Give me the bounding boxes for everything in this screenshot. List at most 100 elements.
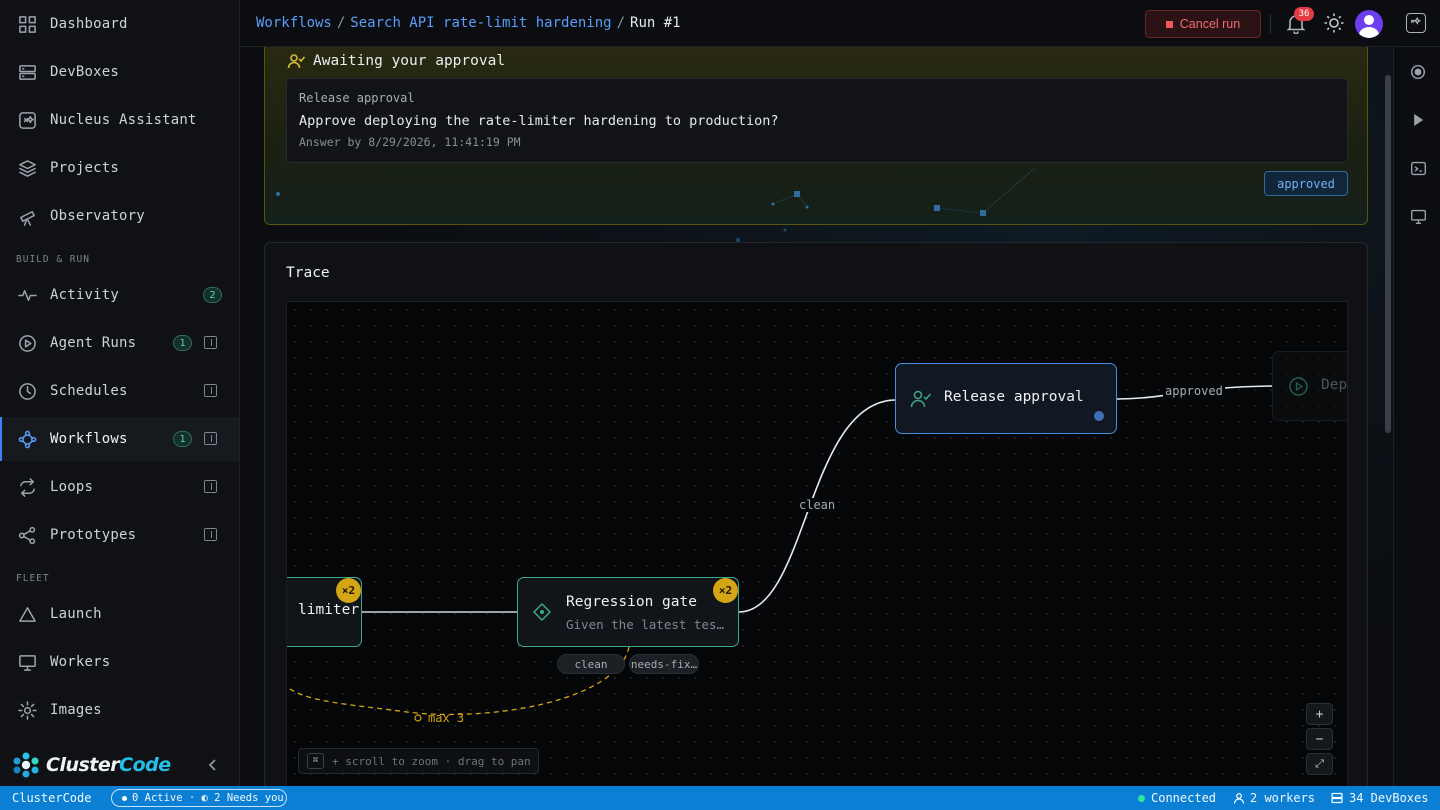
rail-record-button[interactable] [1408,62,1428,82]
cluster-logo-icon [13,752,39,778]
sidebar-item-images[interactable]: Images [0,688,239,732]
share-icon [17,525,37,545]
avatar[interactable] [1355,10,1383,38]
canvas-hint: ⌘ + scroll to zoom · drag to pan [298,748,539,774]
node-status-dot [1094,411,1104,421]
status-activity-pill[interactable]: 0 Active · ◐ 2 Needs you [111,789,287,807]
section-label-build-run: BUILD & RUN [16,254,90,265]
right-rail [1393,47,1440,786]
sidebar-item-nucleus-assistant[interactable]: Nucleus Assistant [0,98,239,142]
workflow-icon [17,429,37,449]
status-workers[interactable]: 2 workers [1233,791,1315,805]
breadcrumb-workflow-name[interactable]: Search API rate-limit hardening [350,15,611,31]
sidebar-item-label: Projects [50,160,120,176]
trace-title: Trace [286,265,330,281]
sidebar-item-loops[interactable]: Loops [0,465,239,509]
open-panel-icon[interactable] [204,336,217,349]
cog-icon [17,700,37,720]
sidebar-item-prototypes[interactable]: Prototypes [0,513,239,557]
node-deploy[interactable]: Dep [1272,351,1347,421]
sidebar-item-activity[interactable]: Activity 2 [0,273,239,317]
sidebar-item-label: Schedules [50,383,128,399]
sidebar-item-devboxes[interactable]: DevBoxes [0,50,239,94]
edge-label-approved: approved [1163,384,1225,398]
brand-name: ClusterCode [46,754,171,776]
count-badge: 1 [173,335,192,351]
layers-icon [17,158,37,178]
monitor-icon [1410,209,1426,224]
breadcrumb-workflows[interactable]: Workflows [256,15,332,31]
theme-toggle[interactable] [1323,12,1345,34]
play-circle-icon [17,333,37,353]
active-dot-icon [122,795,127,801]
open-panel-icon[interactable] [204,384,217,397]
pulse-icon [17,285,37,305]
rail-preview-button[interactable] [1408,206,1428,226]
zoom-in-button[interactable]: + [1306,703,1333,725]
main-content: Awaiting your approval Release approval … [241,47,1393,786]
brand-logo[interactable]: ClusterCode [12,752,171,778]
user-icon [1233,793,1245,804]
breadcrumb-separator: / [336,15,346,31]
sidebar-item-label: Prototypes [50,527,137,543]
terminal-icon [1410,161,1426,175]
assistant-panel-button[interactable] [1406,13,1426,33]
sidebar-item-launch[interactable]: Launch [0,592,239,636]
sidebar-item-workers[interactable]: Workers [0,640,239,684]
connected-dot-icon [1138,794,1145,802]
status-connection: Connected [1138,791,1216,805]
clock-icon [17,381,37,401]
sun-icon [1324,13,1344,33]
sidebar-item-dashboard[interactable]: Dashboard [0,2,239,46]
sidebar-item-projects[interactable]: Projects [0,146,239,190]
approval-card: Awaiting your approval Release approval … [264,47,1368,225]
status-app-name[interactable]: ClusterCode [12,791,91,805]
sidebar-item-schedules[interactable]: Schedules [0,369,239,413]
rail-terminal-button[interactable] [1408,158,1428,178]
rail-run-button[interactable] [1408,110,1428,130]
sidebar-item-label: Nucleus Assistant [50,112,197,128]
open-panel-icon[interactable] [204,480,217,493]
node-regression-gate[interactable]: Regression gate Given the latest tes… [517,577,739,647]
monitor-icon [17,652,37,672]
play-circle-icon [1289,377,1308,396]
main-scrollbar[interactable] [1385,75,1391,433]
sidebar-item-label: Activity [50,287,120,303]
sidebar-item-label: Images [50,702,102,718]
gate-icon [532,602,552,622]
status-devboxes[interactable]: 34 DevBoxes [1331,791,1428,805]
sidebar-item-label: Workflows [50,431,128,447]
triangle-icon [17,604,37,624]
fit-view-button[interactable]: ⤢ [1306,753,1333,775]
breadcrumb: Workflows / Search API rate-limit harden… [256,15,681,31]
assistant-icon [17,110,37,130]
sidebar-item-workflows[interactable]: Workflows 1 [0,417,239,461]
approval-question-text: Approve deploying the rate-limiter harde… [299,113,779,129]
divider [1270,14,1271,34]
section-label-fleet: FLEET [16,573,50,584]
workflow-canvas[interactable]: limiter ×2 Regression gate Given the lat… [286,301,1348,786]
approval-heading: Awaiting your approval [287,52,505,70]
cancel-run-button[interactable]: Cancel run [1145,10,1261,38]
notification-count-badge: 36 [1294,7,1314,21]
assistant-icon [1410,16,1422,25]
node-release-approval[interactable]: Release approval [895,363,1117,434]
edge-label-clean: clean [797,498,838,512]
sidebar-item-label: Workers [50,654,111,670]
sidebar-item-label: DevBoxes [50,64,120,80]
status-bar: ClusterCode 0 Active · ◐ 2 Needs you Con… [0,786,1440,810]
sidebar-item-agent-runs[interactable]: Agent Runs 1 [0,321,239,365]
sidebar-item-label: Launch [50,606,102,622]
sidebar-item-label: Loops [50,479,94,495]
sidebar-item-observatory[interactable]: Observatory [0,194,239,238]
telescope-icon [17,206,37,226]
edge-label-max-loops: max 3 [428,711,465,725]
output-chip-clean: clean [557,654,625,674]
open-panel-icon[interactable] [204,528,217,541]
collapse-sidebar-button[interactable] [205,757,221,773]
node-limiter-count-badge: ×2 [336,578,361,603]
user-check-icon [910,390,932,408]
open-panel-icon[interactable] [204,432,217,445]
zoom-out-button[interactable]: − [1306,728,1333,750]
server-icon [1331,792,1343,804]
